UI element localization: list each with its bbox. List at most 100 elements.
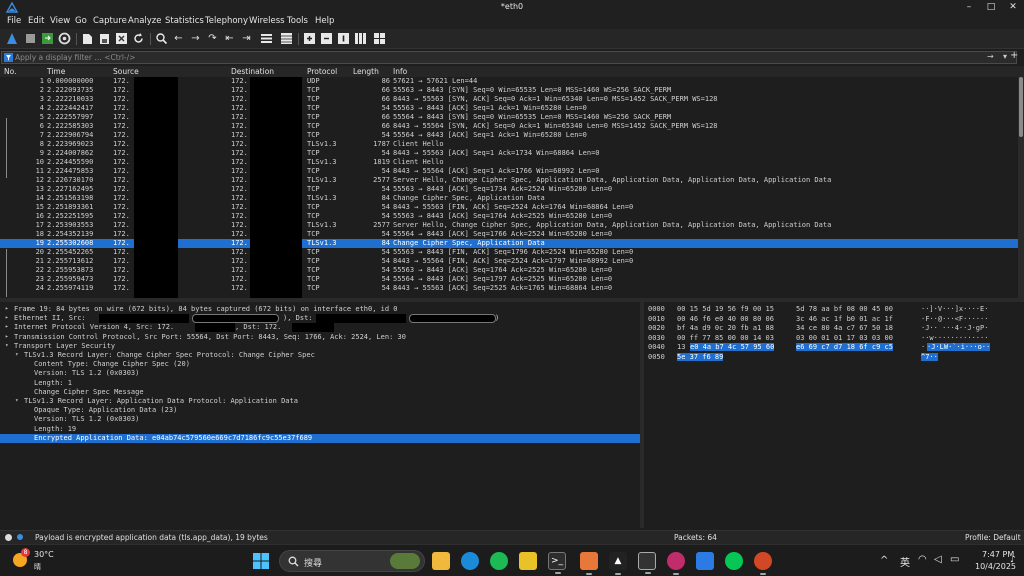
- collapse-arrow-icon[interactable]: ▾: [15, 351, 19, 358]
- linux-penguin-icon[interactable]: ▲: [609, 552, 627, 575]
- battery-icon[interactable]: ▭: [950, 554, 959, 565]
- bytes-row[interactable]: 0040 13 e0 4a b7 4c 57 95 60 e6 69 c7 d7 18…: [644, 343, 1024, 352]
- stop-capture-icon[interactable]: [24, 32, 37, 45]
- resize-columns-icon[interactable]: [354, 32, 367, 45]
- menu-go[interactable]: Go: [75, 16, 87, 26]
- detail-row[interactable]: ▸ Frame 19: 84 bytes on wire (672 bits), …: [0, 305, 640, 314]
- col-protocol[interactable]: Protocol: [307, 67, 337, 76]
- go-to-packet-icon[interactable]: ↷: [206, 32, 219, 45]
- expand-arrow-icon[interactable]: ▸: [5, 323, 9, 330]
- bytes-row[interactable]: 0030 00 ff 77 85 00 00 14 03 03 00 01 01 1…: [644, 334, 1024, 343]
- collapse-arrow-icon[interactable]: ▾: [5, 342, 9, 349]
- close-file-icon[interactable]: [115, 32, 128, 45]
- detail-row[interactable]: Length: 19: [0, 425, 640, 434]
- notepad-icon[interactable]: [696, 552, 714, 570]
- menu-wireless[interactable]: Wireless: [249, 16, 285, 26]
- detail-row[interactable]: Version: TLS 1.2 (0x0303): [0, 415, 640, 424]
- menu-analyze[interactable]: Analyze: [128, 16, 162, 26]
- detail-row[interactable]: ▸ Transmission Control Protocol, Src Port…: [0, 333, 640, 342]
- packet-bytes[interactable]: 0000 00 15 5d 19 56 f9 00 15 5d 78 aa bf 0…: [644, 302, 1024, 528]
- zoom-out-icon[interactable]: [320, 32, 333, 45]
- col-destination[interactable]: Destination: [231, 67, 274, 76]
- detail-row[interactable]: Content Type: Change Cipher Spec (20): [0, 360, 640, 369]
- detail-row[interactable]: ▾ TLSv1.3 Record Layer: Application Data …: [0, 397, 640, 406]
- menu-help[interactable]: Help: [315, 16, 334, 26]
- capture-options-gear-icon[interactable]: [58, 32, 71, 45]
- restart-capture-icon[interactable]: [41, 32, 54, 45]
- capture-comment-icon[interactable]: [17, 534, 23, 540]
- wireless-app-icon[interactable]: [667, 552, 685, 575]
- line-messenger-icon[interactable]: [725, 552, 743, 570]
- edge-browser-icon[interactable]: [461, 552, 479, 570]
- start-capture-fin-icon[interactable]: [6, 32, 19, 45]
- go-last-packet-icon[interactable]: ⇥: [240, 32, 253, 45]
- menu-statistics[interactable]: Statistics: [165, 16, 204, 26]
- sticky-notes-icon[interactable]: [519, 552, 537, 570]
- menu-tools[interactable]: Tools: [287, 16, 308, 26]
- col-length[interactable]: Length: [353, 67, 379, 76]
- terminal-icon[interactable]: >_: [548, 552, 566, 574]
- packet-list[interactable]: No. Time Source Destination Protocol Len…: [0, 66, 1024, 298]
- col-time[interactable]: Time: [47, 67, 65, 76]
- save-file-icon[interactable]: [98, 32, 111, 45]
- taskbar-search[interactable]: 搜尋: [279, 550, 425, 572]
- expand-arrow-icon[interactable]: ▸: [5, 305, 9, 312]
- menu-telephony[interactable]: Telephony: [205, 16, 248, 26]
- menu-capture[interactable]: Capture: [93, 16, 127, 26]
- expand-subtrees-icon[interactable]: [373, 32, 386, 45]
- zoom-in-icon[interactable]: [303, 32, 316, 45]
- go-forward-arrow-icon[interactable]: →: [189, 32, 202, 45]
- expert-info-icon[interactable]: [5, 534, 12, 541]
- detail-row[interactable]: Change Cipher Spec Message: [0, 388, 640, 397]
- detail-row[interactable]: Encrypted Application Data: e04ab74c5795…: [0, 433, 640, 443]
- find-packet-search-icon[interactable]: [155, 32, 168, 45]
- normal-size-icon[interactable]: [337, 32, 350, 45]
- col-info[interactable]: Info: [393, 67, 407, 76]
- collapse-arrow-icon[interactable]: ▾: [15, 397, 19, 404]
- detail-row[interactable]: Version: TLS 1.2 (0x0303): [0, 369, 640, 378]
- bytes-row[interactable]: 0010 00 46 f6 e0 40 00 80 06 3c 46 ac 1f b…: [644, 315, 1024, 324]
- close-button[interactable]: ✕: [1002, 0, 1024, 15]
- detail-row[interactable]: ▾ TLSv1.3 Record Layer: Change Cipher Spe…: [0, 351, 640, 360]
- add-filter-button[interactable]: +: [1010, 50, 1018, 61]
- detail-row[interactable]: ▸ Ethernet II, Src:), Dst:): [0, 314, 640, 324]
- go-back-arrow-icon[interactable]: ←: [172, 32, 185, 45]
- file-explorer-icon[interactable]: [432, 552, 450, 570]
- maximize-button[interactable]: □: [980, 0, 1002, 15]
- ime-indicator[interactable]: 英: [900, 554, 910, 569]
- go-first-packet-icon[interactable]: ⇤: [223, 32, 236, 45]
- powerpoint-icon[interactable]: [754, 552, 772, 575]
- col-no[interactable]: No.: [4, 67, 16, 76]
- minimize-button[interactable]: –: [958, 0, 980, 15]
- display-filter-input[interactable]: Apply a display filter … <Ctrl-/>: [15, 53, 135, 62]
- packet-details[interactable]: ▸ Frame 19: 84 bytes on wire (672 bits), …: [0, 302, 640, 528]
- expand-arrow-icon[interactable]: ▸: [5, 314, 9, 321]
- spotify-icon[interactable]: [490, 552, 508, 570]
- weather-temperature[interactable]: 30°C: [34, 550, 54, 559]
- reload-file-icon[interactable]: [132, 32, 145, 45]
- detail-row[interactable]: ▾ Transport Layer Security: [0, 342, 640, 351]
- snipping-tool-icon[interactable]: [638, 552, 656, 574]
- profile-indicator[interactable]: Profile: Default: [965, 533, 1021, 542]
- filter-dropdown-icon[interactable]: ▾: [1003, 52, 1007, 61]
- display-filter-bar[interactable]: Apply a display filter … <Ctrl-/> → ▾: [1, 51, 1017, 64]
- bytes-row[interactable]: 0000 00 15 5d 19 56 f9 00 15 5d 78 aa bf 0…: [644, 305, 1024, 314]
- network-wifi-icon[interactable]: ◠: [918, 554, 927, 565]
- open-file-icon[interactable]: [81, 32, 94, 45]
- autoscroll-icon[interactable]: [260, 32, 273, 45]
- bookmark-filter-icon[interactable]: [4, 53, 13, 62]
- detail-row[interactable]: Opaque Type: Application Data (23): [0, 406, 640, 415]
- bytes-row[interactable]: 0020 bf 4a d9 0c 20 fb a1 88 34 ce 80 4a c…: [644, 324, 1024, 333]
- bytes-row[interactable]: 0050 5e 37 f6 89 ^7··: [644, 352, 1024, 362]
- wsl-app-icon[interactable]: [580, 552, 598, 575]
- expand-arrow-icon[interactable]: ▸: [5, 333, 9, 340]
- tray-overflow-arrow-icon[interactable]: ^: [880, 555, 888, 566]
- detail-row[interactable]: Length: 1: [0, 379, 640, 388]
- menu-edit[interactable]: Edit: [28, 16, 44, 26]
- detail-row[interactable]: ▸ Internet Protocol Version 4, Src: 172.,…: [0, 323, 640, 333]
- notifications-bell-icon[interactable]: ♪: [1010, 555, 1016, 565]
- colorize-icon[interactable]: [280, 32, 293, 45]
- apply-filter-arrow-icon[interactable]: →: [987, 52, 994, 61]
- packet-list-scrollbar[interactable]: [1018, 77, 1024, 298]
- windows-start-icon[interactable]: [252, 552, 270, 570]
